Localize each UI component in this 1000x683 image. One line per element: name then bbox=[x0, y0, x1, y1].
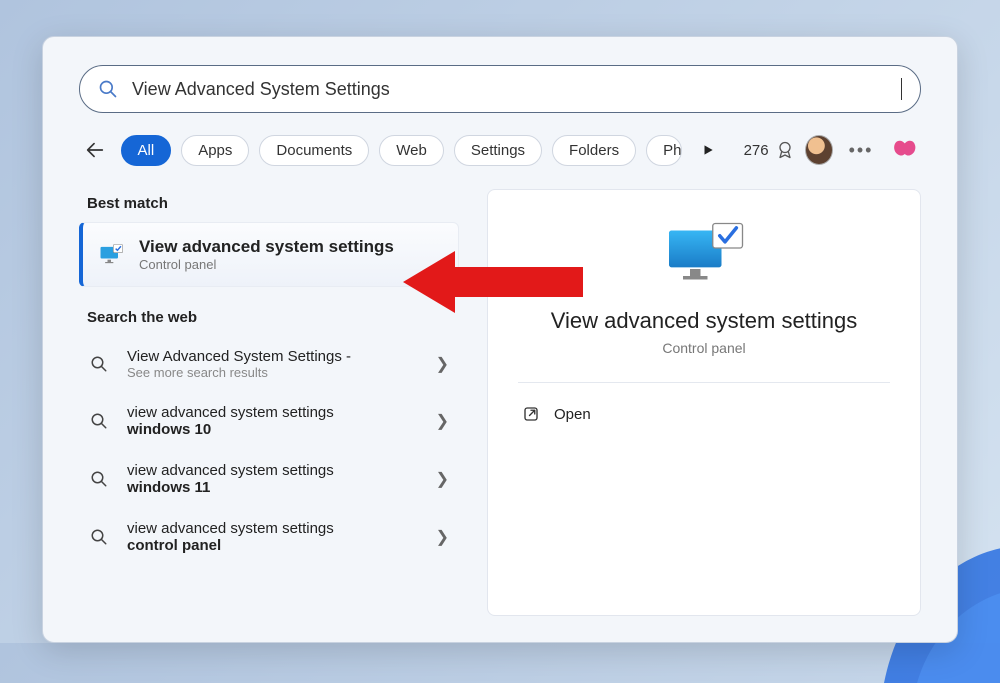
tab-folders[interactable]: Folders bbox=[552, 135, 636, 166]
open-label: Open bbox=[554, 406, 591, 423]
web-result[interactable]: View Advanced System Settings - See more… bbox=[79, 336, 459, 392]
chevron-right-icon: ❯ bbox=[436, 411, 449, 431]
rewards-medal-icon bbox=[775, 140, 795, 160]
filter-tab-row: All Apps Documents Web Settings Folders … bbox=[79, 133, 921, 167]
best-match-result[interactable]: View advanced system settings Control pa… bbox=[79, 222, 459, 287]
monitor-check-icon bbox=[97, 241, 125, 269]
search-icon bbox=[90, 528, 108, 546]
web-result-bold: windows 10 bbox=[127, 421, 422, 438]
chevron-right-icon: ❯ bbox=[436, 469, 449, 489]
search-icon bbox=[90, 470, 108, 488]
web-result-text: view advanced system settings bbox=[127, 520, 422, 537]
search-web-heading: Search the web bbox=[87, 309, 459, 326]
play-icon bbox=[701, 143, 715, 157]
chevron-right-icon: ❯ bbox=[436, 527, 449, 547]
best-match-heading: Best match bbox=[87, 195, 459, 212]
tab-documents[interactable]: Documents bbox=[259, 135, 369, 166]
details-subtitle: Control panel bbox=[662, 340, 745, 356]
scroll-tabs-button[interactable] bbox=[692, 133, 724, 167]
web-result[interactable]: view advanced system settings windows 10… bbox=[79, 392, 459, 450]
web-results-list: View Advanced System Settings - See more… bbox=[79, 336, 459, 566]
web-result-bold: windows 11 bbox=[127, 479, 422, 496]
results-left-column: Best match View advanced system settings… bbox=[79, 189, 459, 616]
open-external-icon bbox=[522, 405, 540, 423]
tab-settings[interactable]: Settings bbox=[454, 135, 542, 166]
search-icon bbox=[90, 412, 108, 430]
monitor-check-icon bbox=[662, 220, 746, 290]
text-caret bbox=[901, 78, 902, 100]
web-result-bold: control panel bbox=[127, 537, 422, 554]
chevron-right-icon: ❯ bbox=[436, 354, 449, 374]
web-result-text: view advanced system settings bbox=[127, 462, 422, 479]
best-match-title: View advanced system settings bbox=[139, 237, 394, 257]
web-result[interactable]: view advanced system settings control pa… bbox=[79, 508, 459, 566]
back-button[interactable] bbox=[79, 133, 111, 167]
tab-all[interactable]: All bbox=[121, 135, 172, 166]
details-panel: View advanced system settings Control pa… bbox=[487, 189, 921, 616]
best-match-subtitle: Control panel bbox=[139, 257, 394, 272]
web-result-sub: See more search results bbox=[127, 365, 422, 380]
tab-web[interactable]: Web bbox=[379, 135, 444, 166]
search-icon bbox=[90, 355, 108, 373]
tab-photos[interactable]: Ph bbox=[646, 135, 682, 166]
rewards-points[interactable]: 276 bbox=[744, 140, 795, 160]
search-window: View Advanced System Settings All Apps D… bbox=[42, 36, 958, 643]
copilot-icon[interactable] bbox=[889, 133, 921, 167]
open-action[interactable]: Open bbox=[518, 399, 595, 429]
details-title: View advanced system settings bbox=[551, 308, 858, 334]
search-input[interactable]: View Advanced System Settings bbox=[132, 79, 887, 100]
divider bbox=[518, 382, 890, 383]
back-arrow-icon bbox=[84, 139, 106, 161]
user-avatar[interactable] bbox=[805, 135, 833, 165]
search-bar[interactable]: View Advanced System Settings bbox=[79, 65, 921, 113]
tab-apps[interactable]: Apps bbox=[181, 135, 249, 166]
web-result[interactable]: view advanced system settings windows 11… bbox=[79, 450, 459, 508]
web-result-text: View Advanced System Settings - bbox=[127, 348, 422, 365]
web-result-text: view advanced system settings bbox=[127, 404, 422, 421]
search-icon bbox=[98, 79, 118, 99]
points-value: 276 bbox=[744, 142, 769, 159]
more-options-button[interactable]: ••• bbox=[843, 140, 880, 161]
content-area: Best match View advanced system settings… bbox=[79, 189, 921, 616]
